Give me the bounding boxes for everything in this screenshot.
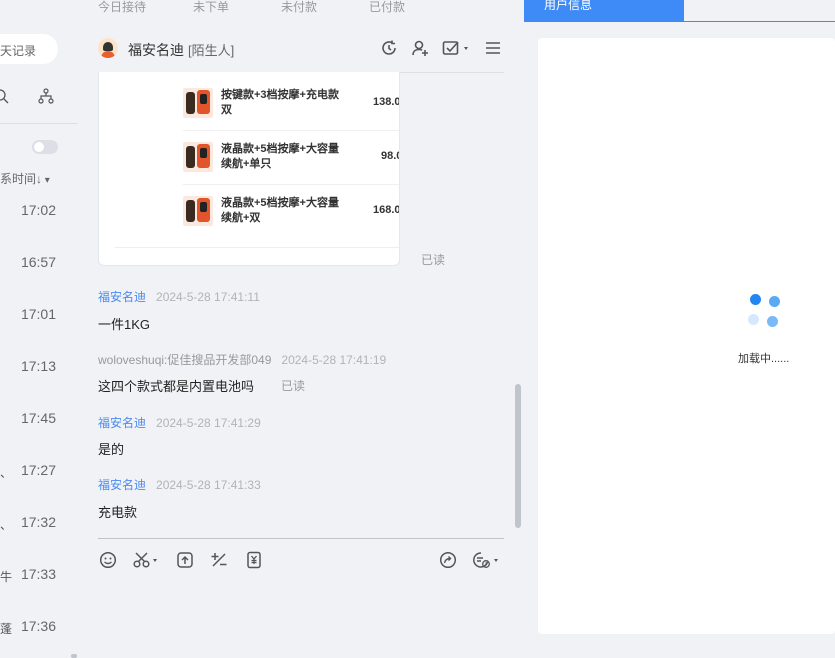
contact-time: 17:13 xyxy=(20,358,56,374)
tab-user-info[interactable]: 用户信息 xyxy=(524,0,684,22)
read-status: 已读 xyxy=(281,379,306,393)
chat-bubbles-icon[interactable] xyxy=(0,88,10,104)
message-time: 2024-5-28 17:41:33 xyxy=(156,478,261,492)
filter-toggle[interactable] xyxy=(32,140,58,154)
product-image xyxy=(183,88,213,118)
share-icon[interactable] xyxy=(439,551,457,569)
tab-today[interactable]: 今日接待 xyxy=(98,0,146,15)
divider xyxy=(183,184,399,185)
tab-paid[interactable]: 已付款 xyxy=(369,0,405,15)
contact-item[interactable]: 17:02 xyxy=(0,202,78,254)
coupon-icon[interactable] xyxy=(245,551,263,569)
input-divider xyxy=(98,538,504,539)
loading-text: 加载中...... xyxy=(738,353,790,365)
contact-time: 16:57 xyxy=(20,254,56,270)
divider xyxy=(115,247,399,248)
search-input[interactable]: 天记录 xyxy=(0,34,58,64)
tab-underline xyxy=(684,21,835,22)
contact-list-scrollbar[interactable] xyxy=(71,654,77,658)
product-image xyxy=(183,142,213,172)
avatar[interactable] xyxy=(98,38,118,58)
contact-item[interactable]: 牛 17:33 xyxy=(0,566,78,618)
message-header: 福安名迪 2024-5-28 17:41:11 xyxy=(98,288,260,305)
message-header: woloveshuqi:促佳搜品开发部049 2024-5-28 17:41:19 xyxy=(98,351,386,368)
contact-time: 17:33 xyxy=(20,566,56,582)
contact-time: 17:45 xyxy=(20,410,56,426)
tab-not-ordered[interactable]: 未下单 xyxy=(193,0,229,15)
tab-unpaid[interactable]: 未付款 xyxy=(281,0,317,15)
user-info-panel: 用户信息 加载中...... xyxy=(524,0,835,658)
contact-item[interactable]: 蓬 17:36 xyxy=(0,618,78,658)
product-title: 液晶款+5档按摩+大容量续航+双 xyxy=(221,197,339,224)
chat-header: 福安名迪 [陌生人] xyxy=(78,24,524,72)
product-card[interactable]: 按键款+3档按摩+充电款双 138.0 液晶款+5档按摩+大容量续航+单只 98… xyxy=(98,72,400,266)
contact-name: 牛 xyxy=(0,570,13,584)
message-sender[interactable]: woloveshuqi:促佳搜品开发部049 xyxy=(98,353,271,367)
contact-item[interactable]: 17:01 xyxy=(0,306,78,358)
product-price: 98.0 xyxy=(381,150,399,162)
divider xyxy=(183,130,399,131)
status-tabs: 今日接待 未下单 未付款 已付款 xyxy=(0,0,524,24)
message-text: 这四个款式都是内置电池吗 xyxy=(98,379,255,394)
order-check-icon[interactable] xyxy=(442,39,472,57)
message-header: 福安名迪 2024-5-28 17:41:33 xyxy=(98,476,261,493)
contact-item[interactable]: 、 17:32 xyxy=(0,514,78,566)
contact-item[interactable]: 16:57 xyxy=(0,254,78,306)
history-icon[interactable] xyxy=(380,39,398,57)
contact-name: 、 xyxy=(0,518,13,532)
product-price: 168.0 xyxy=(373,204,400,216)
sort-dropdown[interactable]: 系时间↓ xyxy=(0,170,50,187)
contact-time: 17:02 xyxy=(20,202,56,218)
divider xyxy=(0,123,78,124)
contact-time: 17:27 xyxy=(20,462,56,478)
message-text: 是的 xyxy=(98,442,125,457)
message-time: 2024-5-28 17:41:29 xyxy=(156,416,261,430)
plus-minus-icon[interactable] xyxy=(210,551,228,569)
contact-item[interactable]: 、 17:27 xyxy=(0,462,78,514)
product-item[interactable]: 液晶款+5档按摩+大容量续航+单只 98.0 xyxy=(183,134,399,188)
contact-name: 、 xyxy=(0,466,13,480)
chat-contact-name: 福安名迪 xyxy=(128,42,184,58)
product-price: 138.0 xyxy=(373,96,400,108)
read-status: 已读 xyxy=(421,253,446,267)
message-sender[interactable]: 福安名迪 xyxy=(98,290,146,304)
message-header: 福安名迪 2024-5-28 17:41:29 xyxy=(98,414,261,431)
emoji-icon[interactable] xyxy=(99,551,117,569)
contact-time: 17:01 xyxy=(20,306,56,322)
chat-scrollbar[interactable] xyxy=(515,384,521,528)
product-image xyxy=(183,196,213,226)
upload-icon[interactable] xyxy=(176,551,194,569)
contact-name: 蓬 xyxy=(0,622,13,636)
chat-panel: 福安名迪 [陌生人] 按键款+3档按摩+充电款双 138.0 液晶款+5档按摩+… xyxy=(78,24,524,658)
product-item[interactable]: 液晶款+5档按摩+大容量续航+双 168.0 xyxy=(183,188,400,242)
org-tree-icon[interactable] xyxy=(38,88,54,104)
contact-item[interactable]: 17:45 xyxy=(0,410,78,462)
scissors-icon[interactable] xyxy=(133,551,161,569)
contact-list-panel: 天记录 系时间↓ 17:02 16:57 17:01 17:13 17:45 、… xyxy=(0,24,78,658)
contact-time: 17:32 xyxy=(20,514,56,530)
message-sender[interactable]: 福安名迪 xyxy=(98,416,146,430)
user-info-content: 加载中...... xyxy=(538,38,835,634)
quick-reply-icon[interactable] xyxy=(472,551,502,569)
message-time: 2024-5-28 17:41:11 xyxy=(156,290,260,304)
product-title: 液晶款+5档按摩+大容量续航+单只 xyxy=(221,143,339,170)
product-item[interactable]: 按键款+3档按摩+充电款双 138.0 xyxy=(183,80,400,134)
contact-time: 17:36 xyxy=(20,618,56,634)
product-title: 按键款+3档按摩+充电款双 xyxy=(221,89,339,116)
contact-item[interactable]: 17:13 xyxy=(0,358,78,410)
user-add-icon[interactable] xyxy=(411,39,429,57)
menu-icon[interactable] xyxy=(484,39,502,57)
message-sender[interactable]: 福安名迪 xyxy=(98,478,146,492)
message-text: 一件1KG xyxy=(98,317,151,332)
message-time: 2024-5-28 17:41:19 xyxy=(281,353,387,367)
contact-tag: [陌生人] xyxy=(188,43,235,58)
search-placeholder: 天记录 xyxy=(0,44,37,58)
message-text: 充电款 xyxy=(98,505,138,520)
